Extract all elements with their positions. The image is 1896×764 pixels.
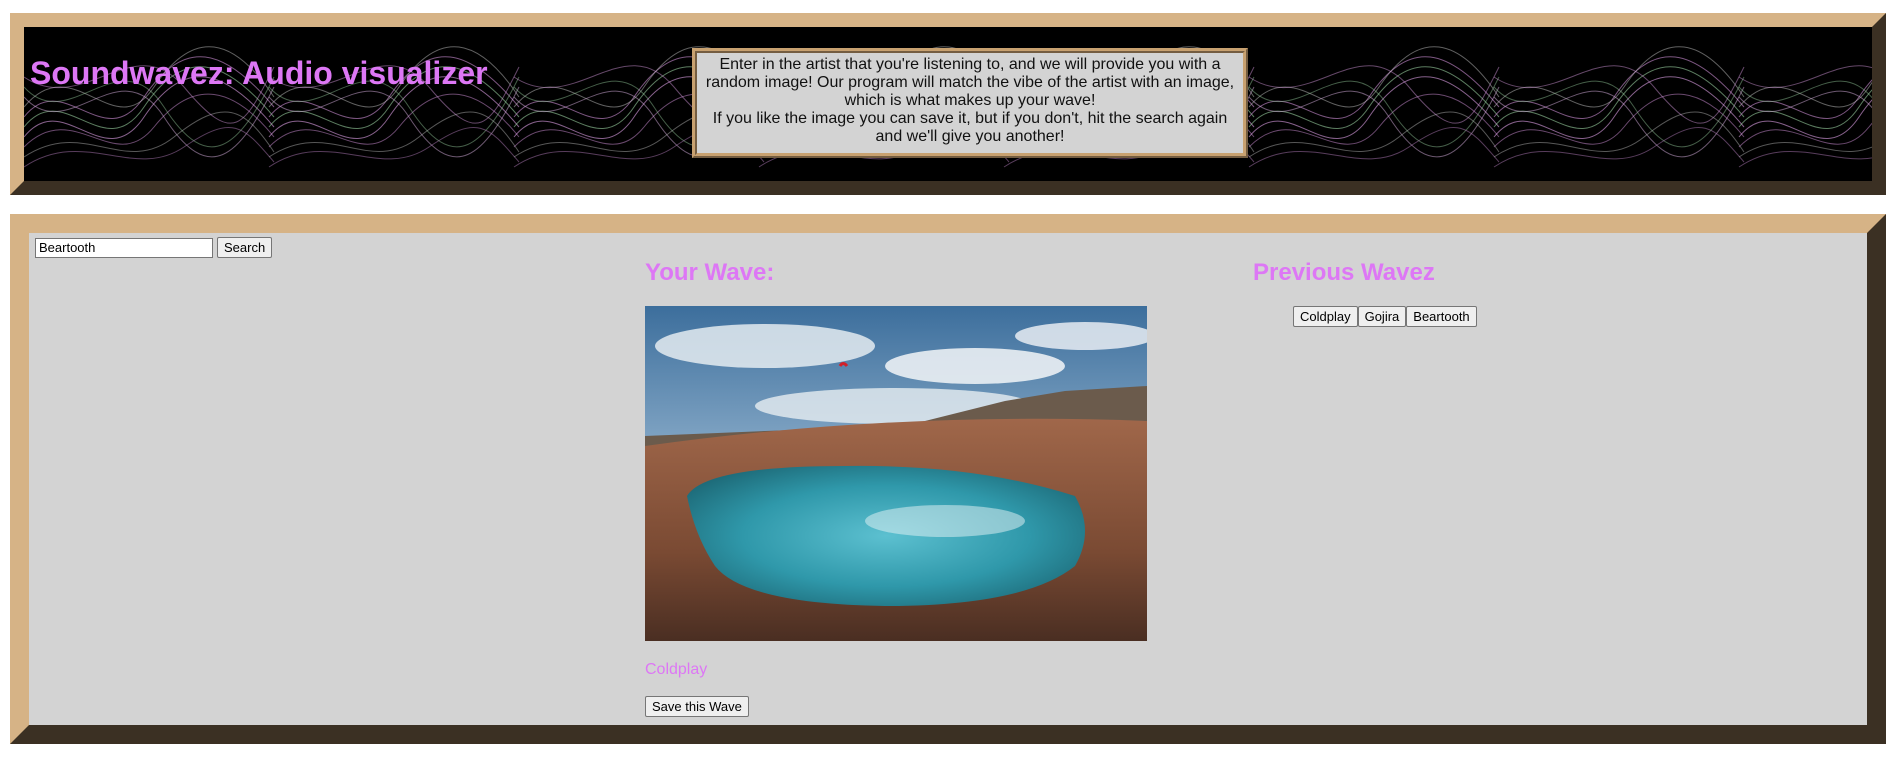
app-title: Soundwavez: Audio visualizer	[30, 55, 488, 91]
your-wave-heading: Your Wave:	[645, 259, 775, 286]
previous-wave-button[interactable]: Beartooth	[1406, 306, 1477, 327]
header-banner: Soundwavez: Audio visualizer Enter in th…	[10, 13, 1886, 195]
previous-wave-button[interactable]: Coldplay	[1293, 306, 1358, 327]
intro-text-2: If you like the image you can save it, b…	[712, 110, 1228, 145]
previous-wavez-list: Coldplay Gojira Beartooth	[1293, 306, 1477, 327]
intro-description: Enter in the artist that you're listenin…	[692, 48, 1248, 158]
main-panel: Search Your Wave:	[10, 214, 1886, 744]
previous-wave-button[interactable]: Gojira	[1357, 306, 1407, 327]
artist-search-input[interactable]	[35, 237, 213, 258]
previous-wavez-heading: Previous Wavez	[1253, 259, 1435, 286]
wave-image	[645, 306, 1147, 641]
search-form: Search	[35, 237, 273, 258]
save-wave-button[interactable]: Save this Wave	[645, 696, 749, 717]
intro-text-1: Enter in the artist that you're listenin…	[705, 56, 1235, 109]
search-button[interactable]: Search	[217, 237, 273, 258]
wave-artist-name: Coldplay	[645, 661, 708, 678]
